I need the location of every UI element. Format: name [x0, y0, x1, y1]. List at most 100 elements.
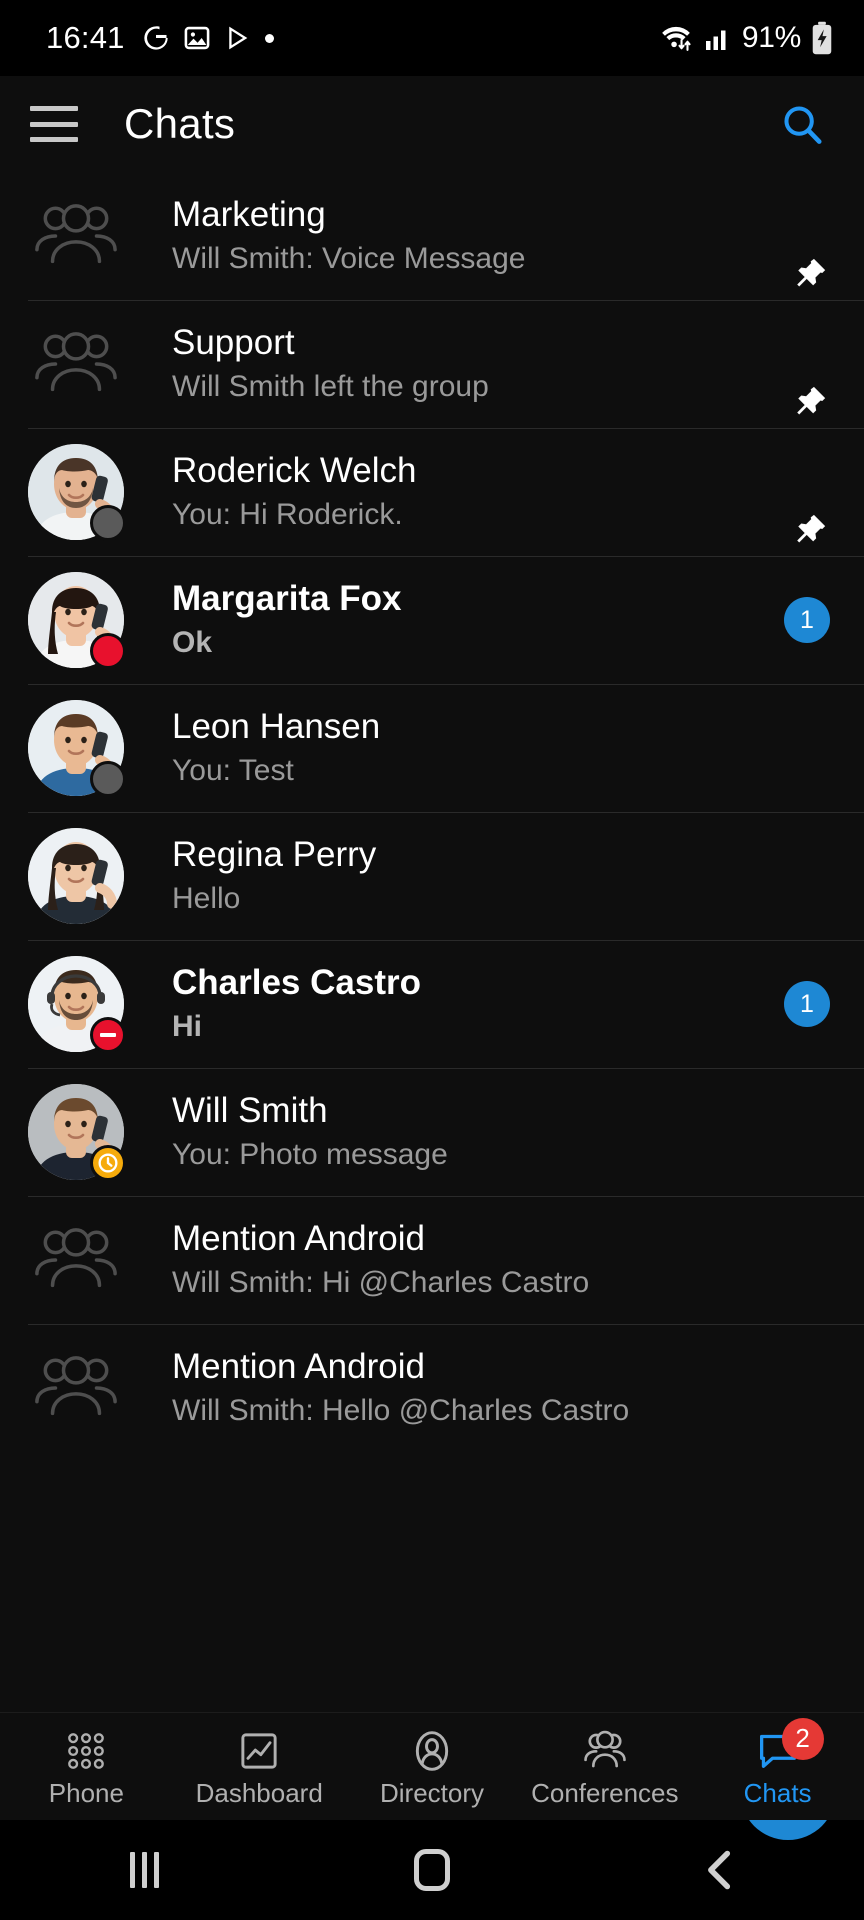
chat-item-texts: Regina Perry Hello	[172, 835, 740, 918]
chart-icon	[237, 1728, 281, 1774]
bottom-nav-item-chats[interactable]: 2 Chats	[691, 1713, 864, 1820]
chat-item-preview: Will Smith left the group	[172, 370, 489, 404]
status-dot-away	[90, 1145, 126, 1181]
chat-item-meta	[740, 172, 830, 300]
dialpad-icon	[64, 1728, 108, 1774]
avatar-container[interactable]	[28, 828, 124, 924]
avatar-container[interactable]	[28, 956, 126, 1053]
chat-item-preview: You: Hi Roderick.	[172, 498, 403, 532]
status-bar-system-icons: 91%	[658, 21, 834, 55]
chat-list-item[interactable]: Will Smith You: Photo message	[0, 1068, 864, 1196]
chat-list-item[interactable]: Support Will Smith left the group	[0, 300, 864, 428]
chat-item-preview: Will Smith: Hi @Charles Castro	[172, 1266, 590, 1300]
group-avatar-icon	[28, 316, 124, 412]
home-icon[interactable]	[372, 1820, 492, 1920]
chat-item-meta	[740, 1196, 830, 1324]
chat-item-name: Marketing	[172, 194, 326, 234]
chat-item-name: Regina Perry	[172, 834, 377, 874]
chat-item-name: Mention Android	[172, 1346, 425, 1386]
chat-item-name: Mention Android	[172, 1218, 425, 1258]
page-title: Chats	[124, 100, 236, 147]
status-dot-offline	[90, 505, 126, 541]
avatar-container[interactable]	[28, 1340, 124, 1436]
chat-item-preview: You: Photo message	[172, 1138, 448, 1172]
chat-item-name: Support	[172, 322, 295, 362]
chat-bubble-icon: 2	[756, 1717, 824, 1774]
group-avatar	[28, 1212, 124, 1308]
avatar-container[interactable]	[28, 188, 124, 284]
search-icon[interactable]	[774, 96, 830, 152]
chat-item-texts: Support Will Smith left the group	[172, 323, 740, 406]
app-screen: 16:41 91% Chats Marketing Will Smith: Vo…	[0, 0, 864, 1920]
chat-list-item[interactable]: Margarita Fox Ok 1	[0, 556, 864, 684]
avatar-container[interactable]	[28, 444, 126, 541]
recents-icon[interactable]	[84, 1820, 204, 1920]
bottom-nav-item-conferences[interactable]: Conferences	[518, 1713, 691, 1820]
chat-item-texts: Mention Android Will Smith: Hello @Charl…	[172, 1347, 740, 1430]
chat-list-item[interactable]: Charles Castro Hi 1	[0, 940, 864, 1068]
chat-item-texts: Leon Hansen You: Test	[172, 707, 740, 790]
chat-list-item[interactable]: Mention Android Will Smith: Hello @Charl…	[0, 1324, 864, 1452]
chat-item-name: Roderick Welch	[172, 450, 417, 490]
chat-item-meta	[740, 300, 830, 428]
bottom-nav-label: Dashboard	[195, 1777, 323, 1808]
person-icon	[410, 1728, 454, 1774]
bottom-nav-item-phone[interactable]: Phone	[0, 1713, 173, 1820]
chat-item-meta	[740, 812, 830, 940]
group-avatar-icon	[28, 1212, 124, 1308]
chat-item-texts: Roderick Welch You: Hi Roderick.	[172, 451, 740, 534]
chat-list[interactable]: Marketing Will Smith: Voice Message Supp…	[0, 172, 864, 1712]
hamburger-menu-icon[interactable]	[30, 106, 78, 142]
unread-count-badge: 1	[784, 597, 830, 643]
bottom-nav-label: Phone	[48, 1777, 124, 1808]
avatar	[28, 828, 124, 924]
cellular-signal-icon	[703, 23, 733, 53]
chat-list-item[interactable]: Roderick Welch You: Hi Roderick.	[0, 428, 864, 556]
battery-percentage-label: 91%	[741, 21, 801, 54]
status-bar-clock: 16:41	[46, 20, 125, 55]
gallery-icon	[183, 24, 211, 52]
bottom-nav-item-directory[interactable]: Directory	[346, 1713, 519, 1820]
status-dot-do-not-disturb	[90, 1017, 126, 1053]
chat-list-item[interactable]: Regina Perry Hello	[0, 812, 864, 940]
pin-icon	[792, 256, 828, 292]
chat-item-meta	[740, 684, 830, 812]
chat-item-name: Margarita Fox	[172, 578, 402, 618]
status-dot-offline	[90, 761, 126, 797]
chat-list-item[interactable]: Marketing Will Smith: Voice Message	[0, 172, 864, 300]
bottom-nav-item-dashboard[interactable]: Dashboard	[173, 1713, 346, 1820]
back-icon[interactable]	[660, 1820, 780, 1920]
group-avatar-icon	[28, 188, 124, 284]
bottom-nav-label: Conferences	[531, 1777, 679, 1808]
avatar-container[interactable]	[28, 700, 126, 797]
avatar-container[interactable]	[28, 316, 124, 412]
group-avatar	[28, 188, 124, 284]
chat-item-preview: Hi	[172, 1010, 202, 1044]
chat-item-preview: Ok	[172, 626, 213, 660]
chat-list-item[interactable]: Mention Android Will Smith: Hi @Charles …	[0, 1196, 864, 1324]
chat-item-name: Leon Hansen	[172, 706, 381, 746]
avatar-container[interactable]	[28, 572, 126, 669]
avatar-photo	[28, 828, 124, 924]
chat-item-name: Will Smith	[172, 1090, 328, 1130]
group-avatar	[28, 316, 124, 412]
pin-icon	[792, 384, 828, 420]
chat-item-preview: You: Test	[172, 754, 294, 788]
chat-item-texts: Margarita Fox Ok	[172, 579, 740, 662]
chat-item-name: Charles Castro	[172, 962, 421, 1002]
pin-icon	[792, 512, 828, 548]
chat-item-texts: Mention Android Will Smith: Hi @Charles …	[172, 1219, 740, 1302]
status-bar: 16:41 91%	[0, 0, 864, 76]
bottom-navigation-bar: Phone Dashboard Directory Conferences 2 …	[0, 1712, 864, 1820]
play-store-icon	[224, 24, 252, 52]
nav-badge: 2	[781, 1717, 824, 1760]
avatar-container[interactable]	[28, 1212, 124, 1308]
chat-item-texts: Charles Castro Hi	[172, 963, 740, 1046]
bottom-nav-label: Directory	[379, 1777, 484, 1808]
chat-item-preview: Hello	[172, 882, 241, 916]
status-dot-busy	[90, 633, 126, 669]
chat-item-preview: Will Smith: Voice Message	[172, 242, 526, 276]
chat-list-item[interactable]: Leon Hansen You: Test	[0, 684, 864, 812]
avatar-container[interactable]	[28, 1084, 126, 1181]
app-bar: Chats	[0, 76, 864, 172]
